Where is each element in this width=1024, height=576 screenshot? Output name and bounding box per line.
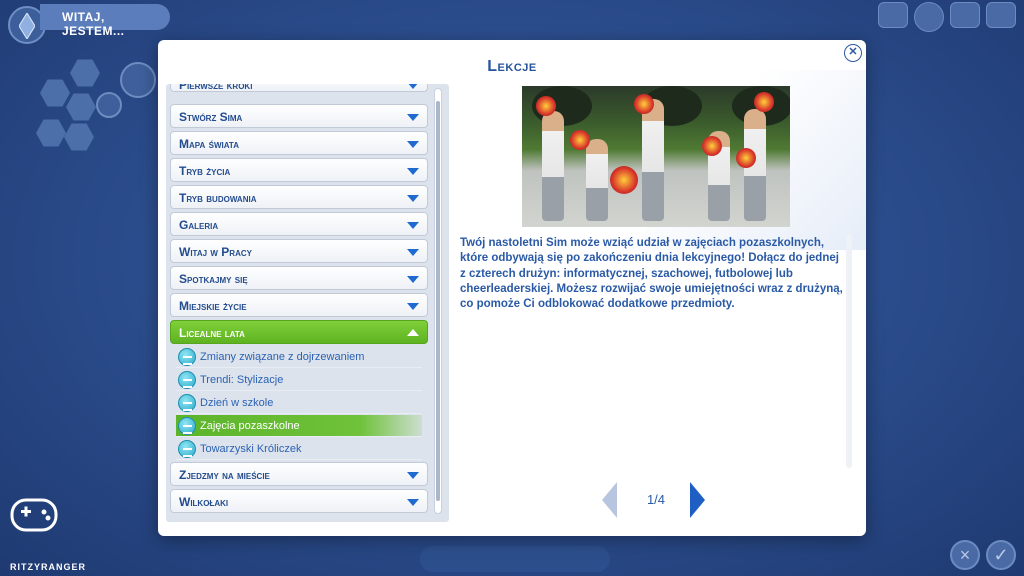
watermark-text: RITZYRANGER [10,562,86,572]
scrollbar-thumb[interactable] [436,101,440,501]
lesson-item[interactable]: Dzień w szkole [176,392,422,414]
alien-avatar[interactable] [120,62,156,98]
watermark-logo: RITZYRANGER [4,492,94,572]
category-werewolves[interactable]: Wilkołaki [170,489,428,513]
chevron-down-icon [407,141,419,148]
category-gallery[interactable]: Galeria [170,212,428,236]
chevron-down-icon [407,472,419,479]
description-scrollbar[interactable] [846,234,852,468]
chevron-up-icon [407,329,419,336]
category-label: Tryb budowania [179,191,257,205]
category-get-together[interactable]: Spotkajmy się [170,266,428,290]
household-title: WITAJ, JESTEM... [40,4,170,38]
gallery-icon[interactable] [950,2,980,28]
lesson-label: Dzień w szkole [200,397,274,409]
pompom [536,96,556,116]
page-indicator: 1/4 [646,492,666,507]
lesson-icon [178,348,196,366]
lesson-description: Twój nastoletni Sim może wziąć udział w … [460,237,843,311]
lesson-category-list[interactable]: Pierwsze kroki Stwórz Sima Mapa świata T… [166,84,449,522]
lesson-label: Zajęcia pozaszkolne [200,420,300,432]
category-live-mode[interactable]: Tryb życia [170,158,428,182]
cheerleader-figure [542,111,564,221]
lesson-item-selected[interactable]: Zajęcia pozaszkolne [176,415,422,437]
category-create-a-sim[interactable]: Stwórz Sima [170,104,428,128]
lesson-item[interactable]: Towarzyski Króliczek [176,438,422,460]
category-label: Zjedzmy na mieście [179,468,270,482]
lesson-icon [178,417,196,435]
category-world-map[interactable]: Mapa świata [170,131,428,155]
dialog-title: Lekcje [487,58,537,75]
category-label: Witaj w Pracy [179,245,252,259]
lesson-item[interactable]: Trendi: Stylizacje [176,369,422,391]
build-icon[interactable] [96,92,122,118]
next-page-button[interactable] [690,482,705,518]
chevron-down-icon [407,303,419,310]
category-city-living[interactable]: Miejskie życie [170,293,428,317]
category-get-to-work[interactable]: Witaj w Pracy [170,239,428,263]
chevron-down-icon [407,114,419,121]
category-label: Licealne lata [179,326,245,340]
lightbulb-icon[interactable] [914,2,944,32]
chevron-down-icon [407,499,419,506]
chevron-down-icon [407,195,419,202]
menu-icon[interactable] [986,2,1016,28]
lessons-dialog: Lekcje ✕ Pierwsze kroki Stwórz Sima Mapa… [158,40,866,536]
cancel-icon[interactable]: × [950,540,980,570]
lesson-label: Trendi: Stylizacje [200,374,284,386]
chevron-down-icon [407,249,419,256]
chevron-down-icon [407,84,419,89]
pompom [634,94,654,114]
pompom [736,148,756,168]
lesson-image [522,86,790,227]
previous-page-button[interactable] [602,482,617,518]
category-dine-out[interactable]: Zjedzmy na mieście [170,462,428,486]
pompom [570,130,590,150]
category-first-steps[interactable]: Pierwsze kroki [170,84,428,92]
plumbob-icon [19,13,35,39]
category-label: Mapa świata [179,137,239,151]
lesson-icon [178,440,196,458]
bottom-toolbar[interactable] [420,546,610,572]
chevron-down-icon [407,168,419,175]
close-icon[interactable]: ✕ [844,44,862,62]
confirm-icon[interactable]: ✓ [986,540,1016,570]
lesson-label: Zmiany związane z dojrzewaniem [200,351,365,363]
category-label: Tryb życia [179,164,231,178]
cheerleader-figure [586,139,608,221]
lesson-label: Towarzyski Króliczek [200,443,302,455]
folder-icon[interactable] [878,2,908,28]
category-label: Galeria [179,218,219,232]
category-high-school-years[interactable]: Licealne lata [170,320,428,344]
pompom [754,92,774,112]
gamepad-icon [10,498,58,532]
lesson-icon [178,371,196,389]
chevron-down-icon [407,222,419,229]
category-label: Miejskie życie [179,299,247,313]
category-scrollbar[interactable] [434,88,442,514]
chevron-down-icon [407,276,419,283]
lesson-pager: 1/4 [602,482,706,518]
category-build-mode[interactable]: Tryb budowania [170,185,428,209]
lesson-icon [178,394,196,412]
lesson-item[interactable]: Zmiany związane z dojrzewaniem [176,346,422,368]
category-label: Wilkołaki [179,495,229,509]
category-label: Stwórz Sima [179,110,243,124]
category-label: Spotkajmy się [179,272,248,286]
category-label: Pierwsze kroki [179,84,253,92]
pompom [610,166,638,194]
cheerleader-figure [642,99,664,221]
pompom [702,136,722,156]
